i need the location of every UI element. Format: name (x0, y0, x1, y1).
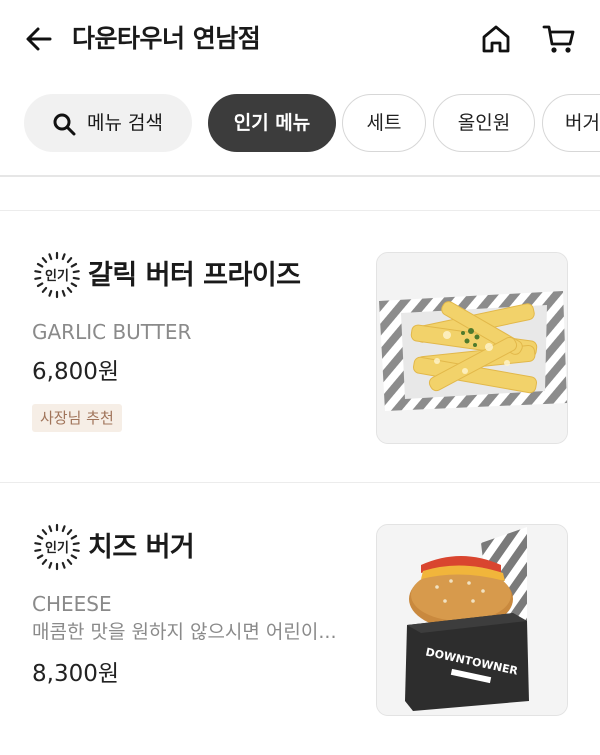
arrow-left-icon[interactable] (24, 24, 54, 54)
chip-set[interactable]: 세트 (342, 94, 426, 152)
menu-item-garlic-butter-fries[interactable]: 인기 갈릭 버터 프라이즈 GARLIC BUTTER 6,800원 사장님 추… (0, 212, 600, 482)
popular-badge-icon: 인기 (34, 523, 80, 571)
menu-search-button[interactable]: 메뉴 검색 (24, 94, 192, 152)
menu-search-label: 메뉴 검색 (87, 112, 163, 134)
cheese-burger-image: DOWNTOWNER (376, 524, 568, 716)
top-bar: 다운타우너 연남점 (0, 0, 600, 80)
home-icon[interactable] (479, 22, 513, 56)
search-icon (53, 113, 76, 136)
owner-recommend-tag: 사장님 추천 (32, 404, 122, 432)
chip-burger[interactable]: 버거 (542, 94, 600, 152)
item-divider (0, 482, 600, 483)
item-description: 매콤한 맛을 원하지 않으시면 어린이... (32, 621, 337, 643)
store-title: 다운타우너 연남점 (72, 24, 261, 53)
burger-photo: DOWNTOWNER (377, 525, 567, 715)
item-name: 치즈 버거 (88, 532, 195, 563)
section-divider (0, 210, 600, 211)
chip-popular-menu[interactable]: 인기 메뉴 (208, 94, 336, 152)
fries-photo (377, 253, 567, 443)
item-english-name: GARLIC BUTTER (32, 320, 192, 344)
popular-badge-icon: 인기 (34, 251, 80, 299)
cart-icon[interactable] (541, 22, 577, 56)
item-english-name: CHEESE (32, 592, 112, 616)
menu-item-cheese-burger[interactable]: 인기 치즈 버거 CHEESE 매콤한 맛을 원하지 않으시면 어린이... 8… (0, 484, 600, 755)
category-chip-bar: 메뉴 검색 인기 메뉴 세트 올인원 버거 (0, 92, 600, 154)
section-divider (0, 175, 600, 177)
popular-badge-label: 인기 (45, 540, 69, 556)
popular-badge-label: 인기 (45, 268, 69, 284)
chip-all-in-one[interactable]: 올인원 (433, 94, 535, 152)
item-name: 갈릭 버터 프라이즈 (88, 260, 301, 291)
item-price: 8,300원 (32, 661, 120, 687)
item-price: 6,800원 (32, 359, 120, 385)
garlic-butter-fries-image (376, 252, 568, 444)
